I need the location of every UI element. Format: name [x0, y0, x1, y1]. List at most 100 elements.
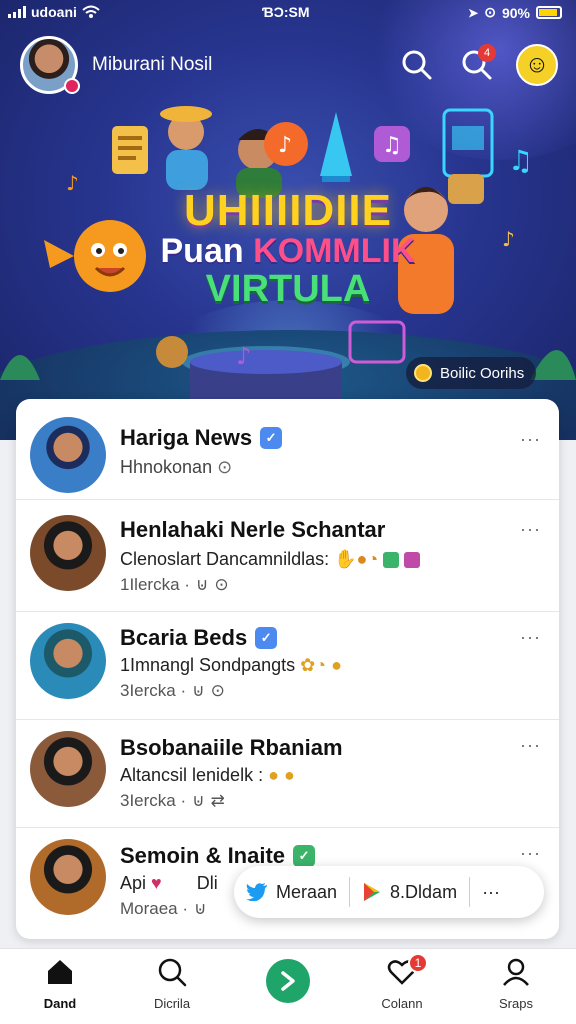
search-icon: [158, 958, 187, 987]
alarm-icon: ⊙: [484, 4, 496, 20]
emoji-icons: ● ●: [268, 765, 295, 785]
cup-icon: ⊍: [192, 681, 205, 700]
item-subtitle: Altancsil lenidelk : ● ●: [120, 765, 295, 786]
divider: [16, 499, 559, 500]
feed-card: Hariga News ✓ Hhnokonan ⊙ ··· Henlahaki …: [16, 399, 559, 939]
hero-title-line2-b: KOMMLIK: [253, 232, 416, 270]
clock-icon: ⊙: [217, 457, 233, 477]
carrier-label: udoani: [31, 4, 77, 20]
profile-icon: [503, 958, 529, 986]
svg-text:♫: ♫: [508, 144, 533, 177]
emoji-icons: ✿◔ ●: [300, 655, 342, 675]
item-subtitle-text: 1Imnangl Sondpangts: [120, 655, 296, 675]
bottom-nav: Dand Dicrila 1 Colann Sraps: [0, 948, 576, 1024]
item-subtitle: Hhnokonan ⊙: [120, 457, 232, 478]
send-icon: [281, 971, 295, 991]
svg-text:♫: ♫: [382, 133, 402, 158]
divider: [16, 827, 559, 828]
divider: [16, 611, 559, 612]
svg-text:♪: ♪: [236, 342, 251, 370]
list-item[interactable]: Bsobanaiile Rbaniam Altancsil lenidelk :…: [16, 727, 559, 835]
item-subtitle-text-b: Dli: [196, 873, 218, 893]
location-icon: ➤: [468, 5, 479, 20]
purple-tile-icon: [404, 552, 421, 569]
item-meta: 1Ilercka · ⊍ ⊙: [120, 575, 229, 595]
avatar: [30, 731, 106, 807]
list-item[interactable]: Bcaria Beds ✓ 1Imnangl Sondpangts ✿◔ ● 3…: [16, 619, 559, 727]
profile-avatar[interactable]: [20, 36, 80, 94]
more-options-button[interactable]: ···: [520, 735, 541, 756]
status-bar: udoani ƁƆ:SM ➤ ⊙ 90%: [0, 0, 576, 26]
item-name: Henlahaki Nerle Schantar: [120, 517, 386, 542]
item-meta: 3Iercka · ⊍ ⇄: [120, 791, 225, 811]
share-popup: Meraan 8.Dldam ···: [234, 866, 544, 918]
list-item[interactable]: Henlahaki Nerle Schantar Clenoslart Danc…: [16, 511, 559, 619]
nav-search[interactable]: Dicrila: [122, 957, 222, 1011]
item-subtitle-text: Hhnokonan: [120, 457, 213, 477]
item-meta-text: 3Iercka ·: [120, 791, 187, 810]
verified-icon: ✓: [255, 627, 278, 649]
coin-icon: [414, 364, 432, 382]
item-meta-text: 3Iercka ·: [120, 681, 187, 700]
top-bar: Miburani Nosil 4 ☺: [0, 36, 576, 96]
play-store-icon: [364, 883, 381, 901]
emoji-icons: ✋●◔: [334, 549, 384, 569]
battery-percent: 90%: [501, 4, 530, 21]
coins-chip-label: Boilic Oorihs: [440, 364, 525, 382]
item-meta-text: Moraea ·: [120, 899, 189, 918]
share-twitter-label: Meraan: [276, 881, 338, 902]
item-subtitle-text: Clenoslart Dancamnildlas:: [120, 549, 330, 569]
more-options-button[interactable]: ···: [520, 843, 541, 864]
signal-icon: [8, 6, 26, 18]
wifi-icon: [82, 5, 100, 18]
share-twitter-button[interactable]: Meraan: [234, 866, 349, 918]
heart-emoji-icon: ♥: [151, 873, 167, 893]
avatar: [30, 623, 106, 699]
item-name: Bcaria Beds ✓: [120, 625, 278, 651]
search-button[interactable]: [398, 46, 436, 84]
item-meta: Moraea · ⊍: [120, 899, 206, 919]
verified-icon: ✓: [260, 427, 283, 449]
notifications-button[interactable]: 4: [458, 44, 496, 84]
item-subtitle: Api ♥ Dli: [120, 873, 218, 894]
nav-activity[interactable]: 1 Colann: [352, 953, 452, 1011]
nav-badge: 1: [408, 953, 428, 973]
more-options-button[interactable]: ···: [520, 627, 541, 648]
avatar: [30, 839, 106, 915]
nav-label: Colann: [381, 996, 423, 1011]
item-name: Bsobanaiile Rbaniam: [120, 735, 343, 760]
twitter-icon: [246, 883, 267, 901]
notification-badge: 4: [478, 44, 496, 62]
share-more-button[interactable]: ···: [470, 866, 512, 918]
clock-icon: ⊙: [214, 575, 229, 594]
username: Miburani Nosil: [92, 54, 213, 75]
svg-text:♪: ♪: [278, 133, 292, 158]
item-meta: 3Iercka · ⊍ ⊙: [120, 681, 225, 701]
list-item[interactable]: Hariga News ✓ Hhnokonan ⊙ ···: [16, 411, 559, 519]
nav-profile[interactable]: Sraps: [466, 957, 566, 1011]
hero-title-line3: VIRTULA: [205, 268, 371, 310]
clock-icon: ⊙: [210, 681, 225, 700]
verified-icon: ✓: [293, 845, 316, 867]
nav-send[interactable]: [266, 959, 310, 1003]
share-other-button[interactable]: 8.Dldam: [350, 866, 469, 918]
repost-icon: ⇄: [210, 791, 225, 810]
search-icon: [402, 50, 432, 80]
avatar: [30, 417, 106, 493]
item-subtitle-text: Altancsil lenidelk :: [120, 765, 264, 785]
nav-label: Dicrila: [153, 996, 191, 1011]
coins-chip[interactable]: Boilic Oorihs: [406, 357, 537, 389]
hero-title-line2: Puan KOMMLIK: [0, 232, 576, 271]
item-subtitle: Clenoslart Dancamnildlas: ✋●◔: [120, 549, 421, 570]
nav-home[interactable]: Dand: [10, 957, 110, 1011]
green-tile-icon: [383, 552, 400, 569]
battery-icon: [536, 6, 562, 19]
more-options-button[interactable]: ···: [520, 519, 541, 540]
item-name: Hariga News ✓: [120, 425, 283, 451]
divider: [16, 719, 559, 720]
item-subtitle: 1Imnangl Sondpangts ✿◔ ●: [120, 655, 342, 676]
more-options-button[interactable]: ···: [520, 429, 541, 450]
smiley-icon[interactable]: ☺: [516, 44, 558, 86]
item-subtitle-text: Api: [120, 873, 147, 893]
cup-icon: ⊍: [195, 575, 209, 594]
